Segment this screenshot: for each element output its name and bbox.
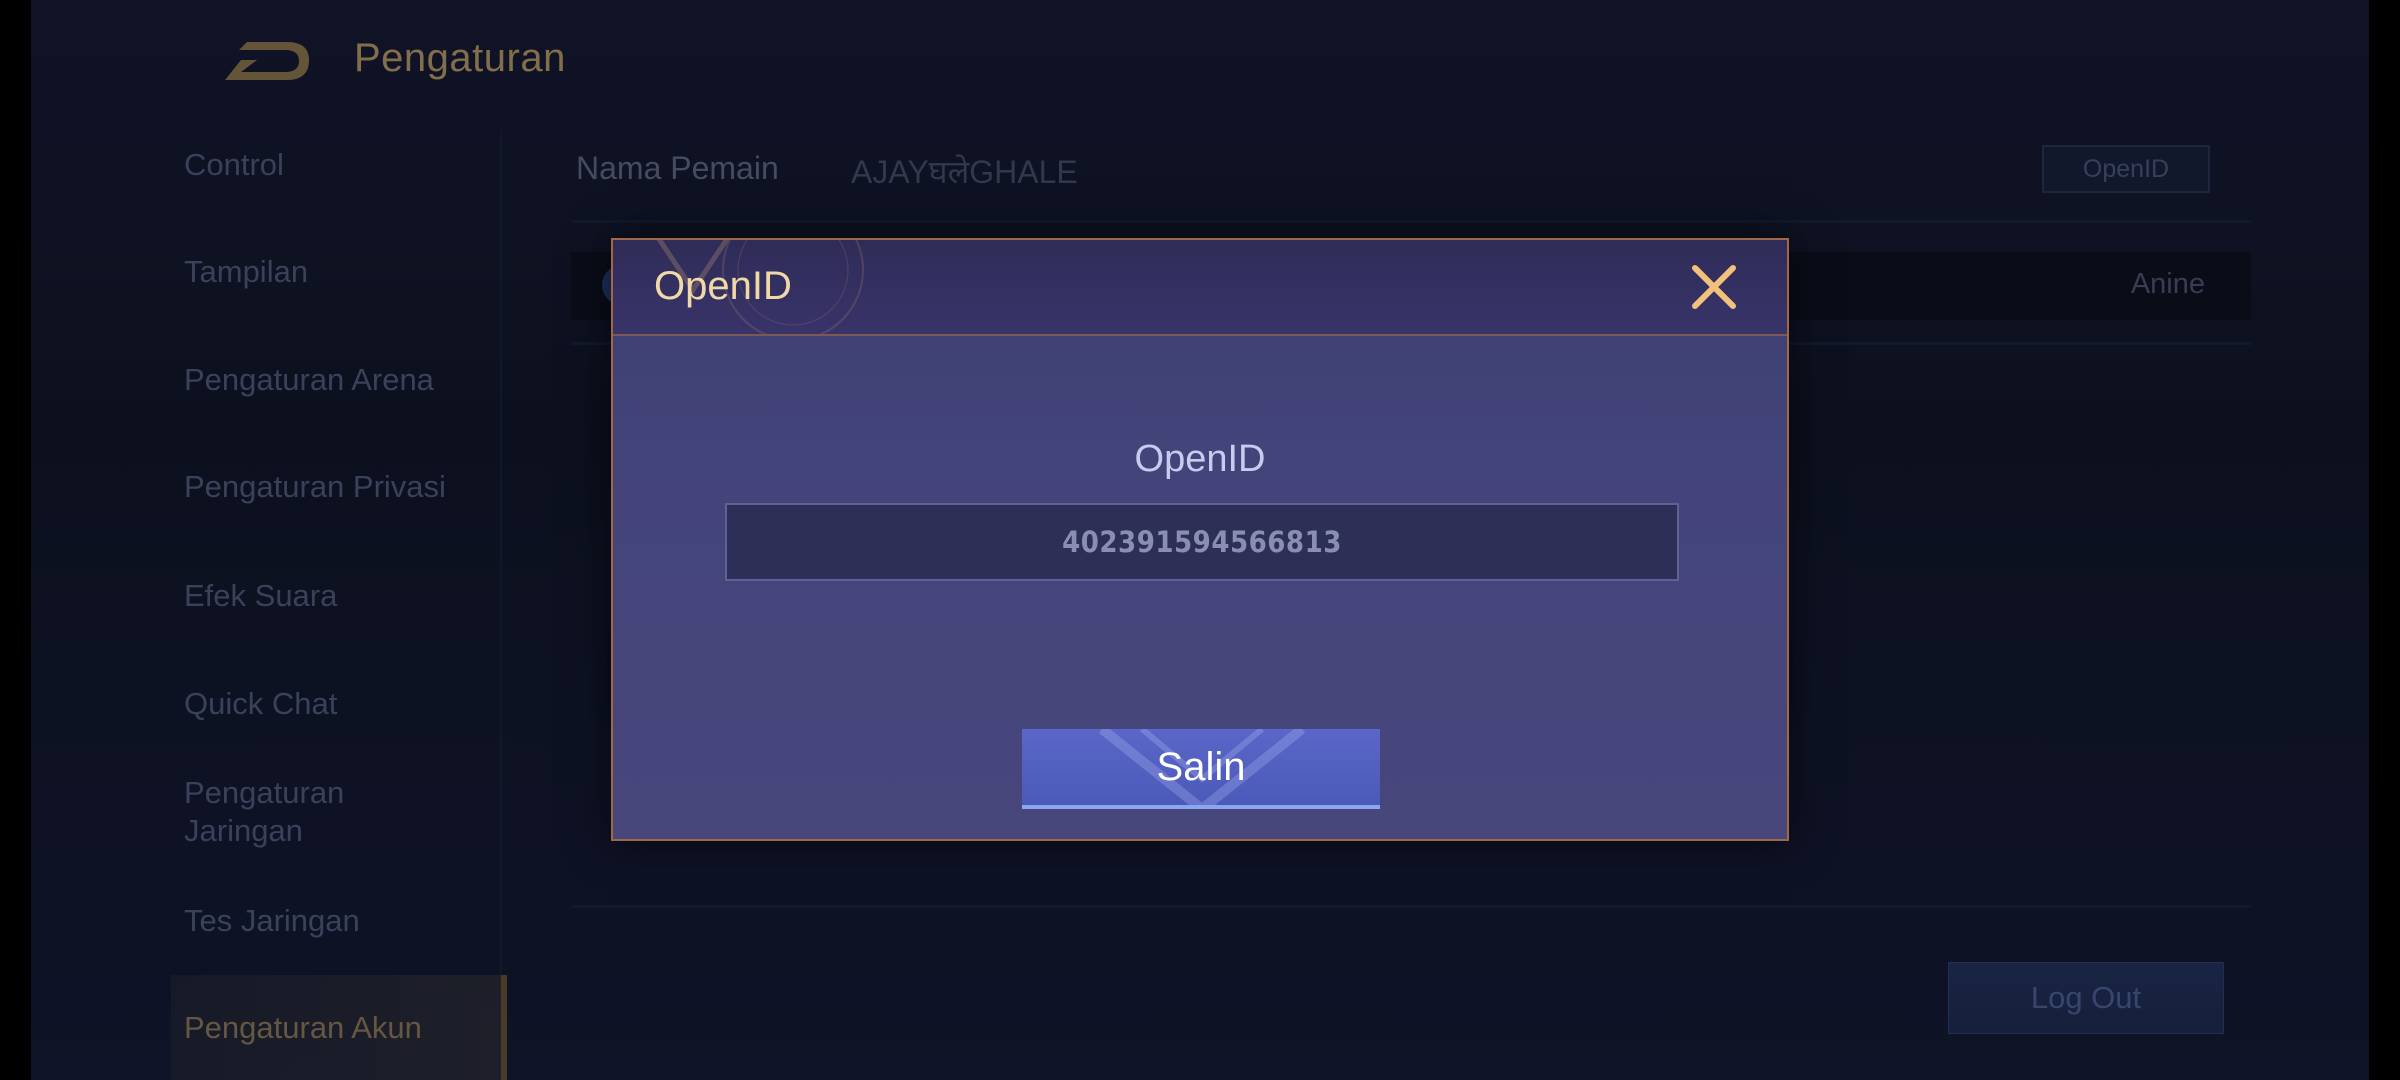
dialog-header: OpenID xyxy=(613,240,1787,336)
copy-button-label: Salin xyxy=(1156,744,1246,789)
openid-value-field[interactable]: 402391594566813 xyxy=(725,503,1679,581)
openid-field-label: OpenID xyxy=(1134,438,1266,480)
dialog-title: OpenID xyxy=(654,264,792,308)
openid-dialog: OpenID OpenID 402391594566813 Salin xyxy=(611,238,1789,841)
close-icon[interactable] xyxy=(1687,260,1741,314)
copy-button[interactable]: Salin xyxy=(1022,729,1380,809)
